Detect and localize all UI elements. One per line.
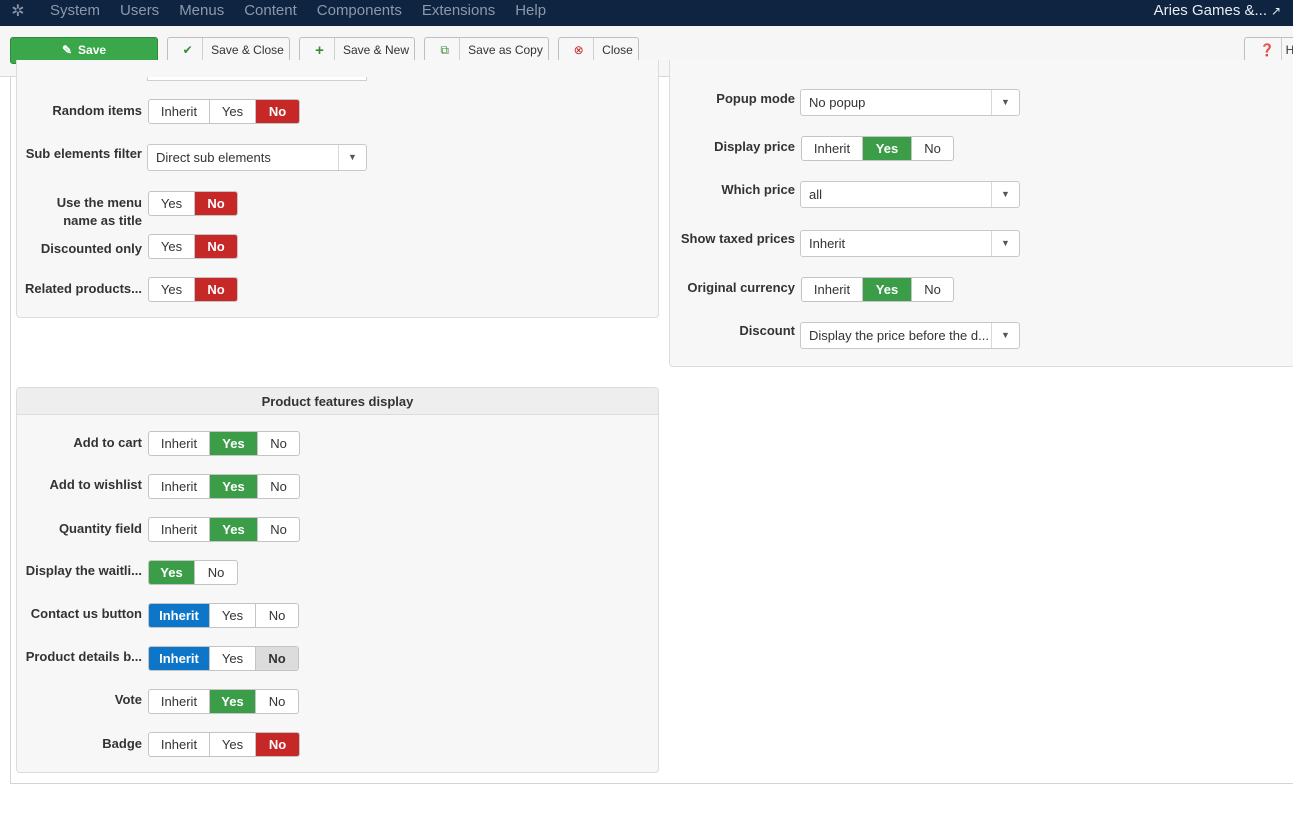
product-features-title: Product features display: [17, 388, 658, 415]
container-bottom-border: [10, 783, 1293, 784]
display-price-yes[interactable]: Yes: [863, 137, 912, 160]
discounted-only-no[interactable]: No: [195, 235, 237, 258]
add-to-wishlist-no[interactable]: No: [258, 475, 299, 498]
caret-down-icon: ▼: [991, 323, 1019, 348]
vote-no[interactable]: No: [256, 690, 298, 713]
related-products-no[interactable]: No: [195, 278, 237, 301]
menu-users[interactable]: Users: [120, 0, 159, 26]
which-price-select[interactable]: all ▼: [800, 181, 1020, 208]
container-left-border: [10, 77, 11, 784]
menu-name-title-no[interactable]: No: [195, 192, 237, 215]
discount-select[interactable]: Display the price before the d... ▼: [800, 322, 1020, 349]
display-price-no[interactable]: No: [912, 137, 953, 160]
related-products-toggle: Yes No: [148, 277, 238, 302]
site-name-link[interactable]: Aries Games &...: [1154, 0, 1267, 22]
contact-us-yes[interactable]: Yes: [210, 604, 256, 627]
original-currency-toggle: Inherit Yes No: [801, 277, 954, 302]
menu-name-title-label-2: name as title: [63, 213, 142, 228]
contact-us-no[interactable]: No: [256, 604, 298, 627]
related-products-label: Related products...: [24, 281, 142, 296]
random-items-toggle: Inherit Yes No: [148, 99, 300, 124]
caret-down-icon: ▼: [338, 145, 366, 170]
waitlist-toggle: Yes No: [148, 560, 238, 585]
badge-yes[interactable]: Yes: [210, 733, 256, 756]
menu-name-title-label-1: Use the menu: [56, 195, 142, 210]
menu-components[interactable]: Components: [317, 0, 402, 26]
external-link-icon[interactable]: ↗: [1271, 4, 1281, 18]
discounted-only-label: Discounted only: [40, 241, 142, 256]
original-currency-inherit[interactable]: Inherit: [802, 278, 863, 301]
menu-help[interactable]: Help: [515, 0, 546, 26]
badge-label: Badge: [102, 736, 142, 751]
menu-name-title-toggle: Yes No: [148, 191, 238, 216]
menu-name-title-yes[interactable]: Yes: [149, 192, 195, 215]
top-navbar: ✲ System Users Menus Content Components …: [0, 0, 1293, 26]
display-price-inherit[interactable]: Inherit: [802, 137, 863, 160]
product-details-toggle: Inherit Yes No: [148, 646, 299, 671]
caret-down-icon: ▼: [991, 182, 1019, 207]
product-details-yes[interactable]: Yes: [210, 647, 256, 670]
show-taxed-label: Show taxed prices: [680, 231, 795, 246]
main-menu: System Users Menus Content Components Ex…: [50, 0, 566, 26]
original-currency-label: Original currency: [687, 280, 795, 295]
add-to-wishlist-toggle: Inherit Yes No: [148, 474, 300, 499]
waitlist-no[interactable]: No: [195, 561, 237, 584]
add-to-cart-label: Add to cart: [73, 435, 142, 450]
product-details-no[interactable]: No: [256, 647, 298, 670]
quantity-field-toggle: Inherit Yes No: [148, 517, 300, 542]
which-price-label: Which price: [721, 182, 795, 197]
vote-toggle: Inherit Yes No: [148, 689, 299, 714]
random-items-no[interactable]: No: [256, 100, 299, 123]
menu-content[interactable]: Content: [244, 0, 297, 26]
discounted-only-toggle: Yes No: [148, 234, 238, 259]
add-to-cart-no[interactable]: No: [258, 432, 299, 455]
menu-menus[interactable]: Menus: [179, 0, 224, 26]
random-items-label: Random items: [52, 103, 142, 118]
add-to-wishlist-label: Add to wishlist: [49, 477, 142, 492]
add-to-cart-inherit[interactable]: Inherit: [149, 432, 210, 455]
display-price-label: Display price: [714, 139, 795, 154]
add-to-cart-toggle: Inherit Yes No: [148, 431, 300, 456]
badge-toggle: Inherit Yes No: [148, 732, 300, 757]
vote-inherit[interactable]: Inherit: [149, 690, 210, 713]
caret-down-icon: ▼: [991, 231, 1019, 256]
random-items-yes[interactable]: Yes: [210, 100, 256, 123]
add-to-wishlist-yes[interactable]: Yes: [210, 475, 258, 498]
caret-down-icon: ▼: [991, 90, 1019, 115]
quantity-field-yes[interactable]: Yes: [210, 518, 258, 541]
quantity-field-inherit[interactable]: Inherit: [149, 518, 210, 541]
badge-no[interactable]: No: [256, 733, 299, 756]
popup-mode-select[interactable]: No popup ▼: [800, 89, 1020, 116]
original-currency-yes[interactable]: Yes: [863, 278, 912, 301]
contact-us-inherit[interactable]: Inherit: [149, 604, 210, 627]
sub-elements-filter-select[interactable]: Direct sub elements ▼: [147, 144, 367, 171]
product-details-label: Product details b...: [25, 649, 142, 664]
waitlist-yes[interactable]: Yes: [149, 561, 195, 584]
joomla-logo-icon[interactable]: ✲: [9, 3, 27, 21]
contact-us-toggle: Inherit Yes No: [148, 603, 299, 628]
show-taxed-select[interactable]: Inherit ▼: [800, 230, 1020, 257]
random-items-inherit[interactable]: Inherit: [149, 100, 210, 123]
vote-yes[interactable]: Yes: [210, 690, 256, 713]
vote-label: Vote: [114, 692, 142, 707]
display-options-panel: [16, 60, 659, 318]
discount-label: Discount: [739, 323, 795, 338]
menu-extensions[interactable]: Extensions: [422, 0, 495, 26]
popup-mode-label: Popup mode: [716, 91, 795, 106]
display-price-toggle: Inherit Yes No: [801, 136, 954, 161]
quantity-field-label: Quantity field: [58, 521, 142, 536]
clipped-select[interactable]: [147, 77, 367, 81]
add-to-wishlist-inherit[interactable]: Inherit: [149, 475, 210, 498]
discounted-only-yes[interactable]: Yes: [149, 235, 195, 258]
quantity-field-no[interactable]: No: [258, 518, 299, 541]
menu-system[interactable]: System: [50, 0, 100, 26]
original-currency-no[interactable]: No: [912, 278, 953, 301]
badge-inherit[interactable]: Inherit: [149, 733, 210, 756]
add-to-cart-yes[interactable]: Yes: [210, 432, 258, 455]
product-details-inherit[interactable]: Inherit: [149, 647, 210, 670]
waitlist-label: Display the waitli...: [25, 563, 142, 578]
related-products-yes[interactable]: Yes: [149, 278, 195, 301]
contact-us-label: Contact us button: [30, 606, 142, 621]
sub-elements-filter-label: Sub elements filter: [25, 146, 142, 161]
